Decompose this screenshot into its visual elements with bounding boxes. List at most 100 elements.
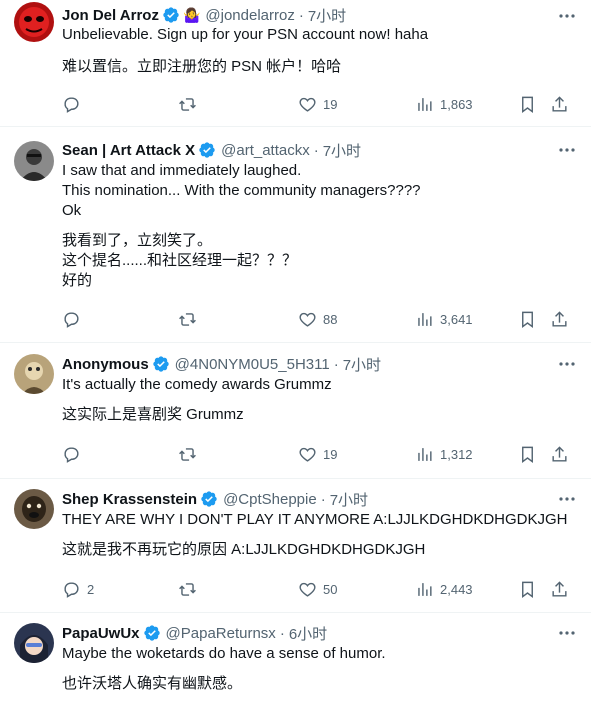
display-name[interactable]: Shep Krassenstein [62, 491, 197, 508]
reply-button[interactable]: 2 [62, 580, 94, 599]
like-count: 19 [323, 96, 338, 112]
more-options-icon[interactable] [557, 354, 577, 374]
view-count: 2,443 [440, 581, 473, 597]
tweet[interactable]: Anonymous @4N0NYM0U5_5H311 · 7小时 It's ac… [0, 343, 591, 479]
reply-button[interactable] [62, 310, 87, 329]
share-button[interactable] [550, 95, 569, 114]
timestamp[interactable]: 7小时 [323, 140, 361, 161]
tweet-text: I saw that and immediately laughed. This… [62, 162, 421, 219]
reply-button[interactable] [62, 445, 87, 464]
action-bar: 19 1,863 [50, 94, 579, 114]
reply-icon [64, 446, 79, 463]
share-icon [552, 95, 567, 112]
heart-icon [299, 97, 316, 112]
separator-dot: · [279, 624, 285, 642]
tweet[interactable]: Sean | Art Attack X @art_attackx · 7小时 I… [0, 127, 591, 343]
tweet[interactable]: Shep Krassenstein @CptSheppie · 7小时 THEY… [0, 479, 591, 613]
verified-badge-icon [162, 6, 180, 24]
tweet-text: THEY ARE WHY I DON'T PLAY IT ANYMORE A:L… [62, 511, 568, 528]
display-name[interactable]: Sean | Art Attack X [62, 142, 195, 159]
bookmark-button[interactable] [518, 310, 537, 329]
user-handle[interactable]: @jondelarroz [205, 7, 294, 24]
display-name[interactable]: PapaUwUx [62, 625, 140, 642]
display-name[interactable]: Jon Del Arroz [62, 7, 159, 24]
bookmark-button[interactable] [518, 580, 537, 599]
retweet-button[interactable] [178, 310, 203, 329]
share-button[interactable] [550, 580, 569, 599]
more-options-icon[interactable] [557, 6, 577, 26]
action-bar: 88 3,641 [50, 309, 579, 329]
user-handle[interactable]: @PapaReturnsx [166, 625, 276, 642]
share-button[interactable] [550, 310, 569, 329]
timestamp[interactable]: 7小时 [330, 489, 368, 510]
tweet-translation: 也许沃塔人确实有幽默感。 [62, 675, 243, 692]
tweet-translation: 难以置信。立即注册您的 PSN 帐户！哈哈 [62, 58, 342, 75]
more-options-icon[interactable] [557, 489, 577, 509]
separator-dot: · [313, 141, 319, 159]
more-options-icon[interactable] [557, 623, 577, 643]
views-button[interactable]: 2,443 [415, 580, 473, 599]
tweet-text: Unbelievable. Sign up for your PSN accou… [62, 26, 429, 43]
like-button[interactable]: 19 [298, 445, 337, 464]
user-handle[interactable]: @CptSheppie [223, 491, 317, 508]
timestamp[interactable]: 7小时 [343, 354, 381, 375]
views-button[interactable]: 1,863 [415, 95, 473, 114]
timestamp[interactable]: 7小时 [308, 5, 346, 26]
more-options-icon[interactable] [557, 140, 577, 160]
view-count: 1,863 [440, 96, 473, 112]
display-name[interactable]: Anonymous [62, 356, 149, 373]
tweet-header: Anonymous @4N0NYM0U5_5H311 · 7小时 [62, 353, 577, 375]
views-button[interactable]: 1,312 [415, 445, 473, 464]
view-count: 1,312 [440, 446, 473, 462]
avatar[interactable] [14, 2, 54, 42]
retweet-button[interactable] [178, 95, 203, 114]
tweet-translation: 这实际上是喜剧奖 Grummz [62, 406, 244, 423]
tweet-translation: 这就是我不再玩它的原因 A:LJJLKDGHDKDHGDKJGH [62, 541, 426, 558]
views-chart-icon [418, 582, 432, 596]
like-button[interactable]: 50 [298, 580, 337, 599]
action-bar: 19 1,312 [50, 444, 579, 464]
reply-count: 2 [87, 581, 95, 597]
avatar[interactable] [14, 623, 54, 663]
avatar[interactable] [14, 141, 54, 181]
verified-badge-icon [198, 141, 216, 159]
tweet-text: Maybe the woketards do have a sense of h… [62, 645, 386, 662]
avatar[interactable] [14, 489, 54, 529]
share-icon [552, 310, 567, 327]
separator-dot: · [333, 355, 339, 373]
retweet-button[interactable] [178, 445, 203, 464]
tweet-header: Jon Del Arroz 🤷‍♀️ @jondelarroz · 7小时 [62, 4, 577, 26]
avatar[interactable] [14, 354, 54, 394]
separator-dot: · [298, 6, 304, 24]
user-handle[interactable]: @4N0NYM0U5_5H311 [175, 356, 330, 373]
retweet-button[interactable] [178, 580, 203, 599]
separator-dot: · [320, 490, 326, 508]
reply-button[interactable] [62, 95, 87, 114]
bookmark-button[interactable] [518, 95, 537, 114]
bookmark-icon [522, 446, 533, 463]
heart-icon [299, 447, 316, 462]
views-button[interactable]: 3,641 [415, 310, 473, 329]
retweet-icon [179, 312, 196, 326]
views-chart-icon [418, 97, 432, 111]
like-button[interactable]: 88 [298, 310, 337, 329]
tweet-header: Shep Krassenstein @CptSheppie · 7小时 [62, 488, 577, 510]
share-button[interactable] [550, 445, 569, 464]
reply-icon [64, 96, 79, 113]
timestamp[interactable]: 6小时 [289, 623, 327, 644]
tweet[interactable]: PapaUwUx @PapaReturnsx · 6小时 Maybe the w… [0, 613, 591, 706]
reply-icon [64, 581, 79, 598]
share-icon [552, 445, 567, 462]
view-count: 3,641 [440, 311, 473, 327]
bookmark-button[interactable] [518, 445, 537, 464]
views-chart-icon [418, 447, 432, 461]
like-button[interactable]: 19 [298, 95, 337, 114]
bookmark-icon [522, 96, 533, 113]
retweet-icon [179, 447, 196, 461]
user-handle[interactable]: @art_attackx [221, 142, 310, 159]
tweet[interactable]: Jon Del Arroz 🤷‍♀️ @jondelarroz · 7小时 Un… [0, 0, 591, 127]
heart-icon [299, 312, 316, 327]
like-count: 19 [323, 446, 338, 462]
bookmark-icon [522, 581, 533, 598]
verified-badge-icon [152, 355, 170, 373]
